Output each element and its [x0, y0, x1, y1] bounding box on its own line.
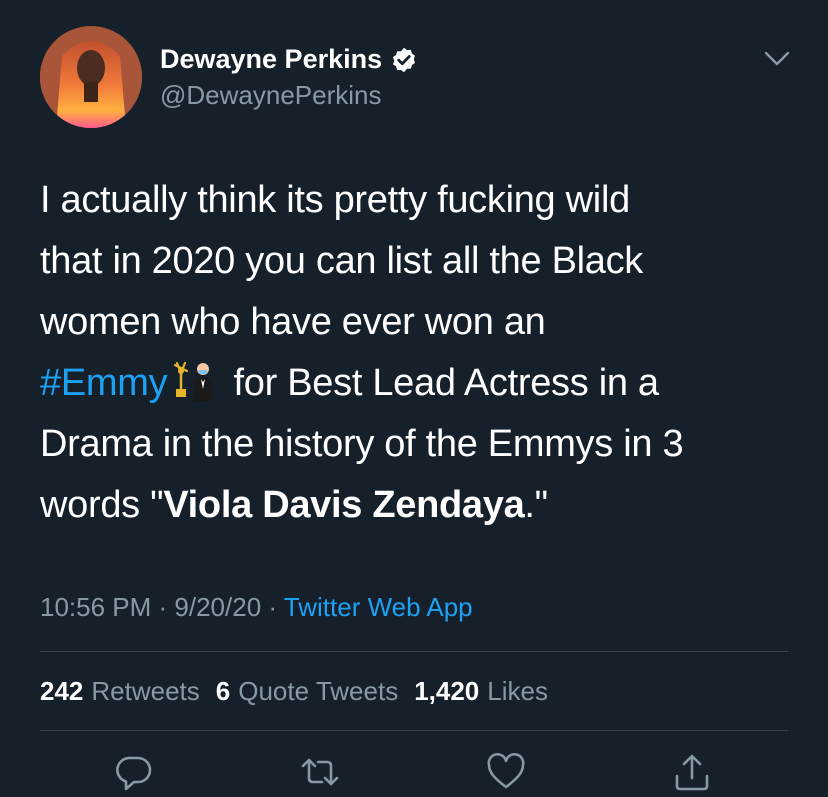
tweet-text-line: Drama in the history of the Emmys in 3	[40, 423, 684, 465]
divider	[40, 730, 788, 731]
tweet-text-segment: ."	[524, 484, 548, 526]
tweet-text-line: I actually think its pretty fucking wild	[40, 179, 630, 221]
tweet-detail: Dewayne Perkins @DewaynePerkins I actual…	[0, 0, 828, 797]
quote-tweets-count: 6	[215, 676, 231, 706]
heart-icon	[487, 752, 525, 789]
retweets-label: Retweets	[91, 676, 200, 706]
tweet-date[interactable]: 9/20/20	[174, 592, 261, 622]
retweet-button[interactable]	[300, 752, 340, 792]
tweet-text-line: words "Viola Davis Zendaya."	[40, 475, 800, 536]
reply-button[interactable]	[114, 752, 154, 792]
divider	[40, 651, 788, 652]
tweet-text-line: #Emmy for Best Lead Actress in a	[40, 353, 800, 414]
user-handle[interactable]: @DewaynePerkins	[160, 80, 381, 111]
meta-separator: ·	[261, 592, 284, 622]
likes-stat[interactable]: 1,420 Likes	[414, 676, 548, 707]
like-button[interactable]	[486, 752, 526, 792]
tweet-text-segment: words "	[40, 484, 164, 526]
tweet-text-line: women who have ever won an	[40, 301, 546, 343]
display-name[interactable]: Dewayne Perkins	[160, 44, 382, 75]
share-icon	[675, 754, 709, 791]
meta-separator: ·	[151, 592, 175, 622]
tweet-text: I actually think its pretty fucking wild…	[40, 170, 800, 536]
avatar-image	[40, 26, 142, 128]
tweet-time[interactable]: 10:56 PM	[40, 592, 151, 622]
reply-icon	[116, 756, 152, 791]
likes-count: 1,420	[414, 676, 480, 706]
likes-label: Likes	[487, 676, 548, 706]
quote-tweets-label: Quote Tweets	[238, 676, 399, 706]
tweet-text-segment: for Best Lead Actress in a	[223, 362, 660, 404]
tweet-text-line: that in 2020 you can list all the Black	[40, 240, 643, 282]
tweet-stats: 242 Retweets 6 Quote Tweets 1,420 Likes	[40, 676, 548, 707]
tweet-source-link[interactable]: Twitter Web App	[284, 592, 473, 622]
tweet-text-bold: Viola Davis Zendaya	[163, 484, 525, 526]
chevron-down-icon[interactable]	[762, 48, 792, 70]
retweets-stat[interactable]: 242 Retweets	[40, 676, 200, 707]
share-button[interactable]	[672, 752, 712, 792]
avatar[interactable]	[40, 26, 142, 128]
retweets-count: 242	[40, 676, 84, 706]
retweet-icon	[301, 758, 339, 786]
tweet-actions	[0, 752, 828, 797]
emmy-emoji-icon	[174, 361, 214, 401]
verified-badge-icon	[393, 47, 416, 72]
tweet-meta: 10:56 PM · 9/20/20 · Twitter Web App	[40, 592, 473, 623]
quote-tweets-stat[interactable]: 6 Quote Tweets	[216, 676, 398, 707]
hashtag-link[interactable]: #Emmy	[40, 362, 168, 404]
